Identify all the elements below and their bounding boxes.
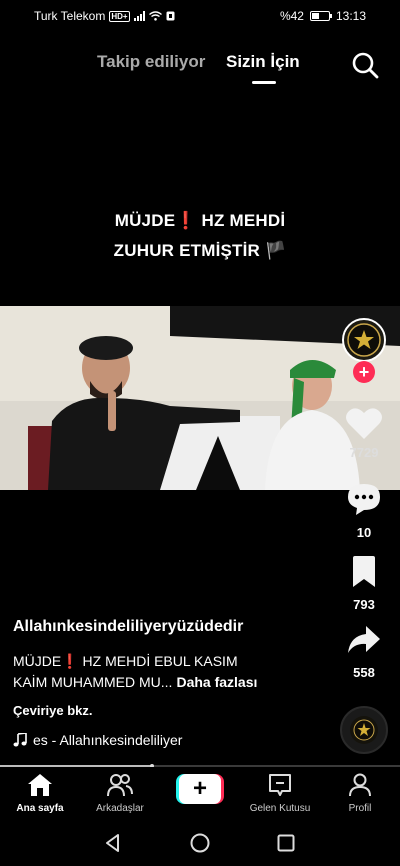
description-line1: MÜJDE❗ HZ MEHDİ EBUL KASIM [13,653,238,669]
clock: 13:13 [335,9,366,23]
profile-icon [349,773,371,797]
inbox-icon [269,774,291,796]
nav-home[interactable]: Ana sayfa [0,773,80,814]
friends-icon [107,774,133,797]
emblem-icon [353,719,375,741]
video-caption-line1: MÜJDE❗ HZ MEHDİ [114,211,286,230]
carrier-name: Turk Telekom [34,9,106,23]
description-line2: KAİM MUHAMMED MU... [13,674,173,690]
more-link[interactable]: Daha fazlası [176,674,257,690]
bottom-nav: Ana sayfa Arkadaşlar + Gelen Kutusu Prof… [0,767,400,821]
wifi-icon [148,11,162,21]
feed-tabs: Takip ediliyor Sizin İçin [0,50,400,84]
nav-friends-label: Arkadaşlar [96,803,144,814]
create-button[interactable]: + [176,774,224,804]
bookmark-icon [353,556,375,587]
like-button[interactable]: 7729 [328,406,400,460]
nav-inbox[interactable]: Gelen Kutusu [240,773,320,814]
emblem-icon [347,323,381,357]
comment-icon [348,484,380,515]
recents-icon[interactable] [275,832,297,854]
share-icon [348,626,380,653]
tab-following[interactable]: Takip ediliyor [97,52,205,72]
nav-friends[interactable]: Arkadaşlar [80,773,160,814]
like-count: 7729 [349,445,379,460]
nav-profile-label: Profil [348,803,372,814]
nav-home-label: Ana sayfa [16,803,64,814]
video-caption: MÜJDE❗ HZ MEHDİ ZUHUR ETMİŞTİR 🏴 [0,206,400,266]
save-button[interactable]: 793 [328,556,400,612]
comment-button[interactable]: 10 [328,482,400,540]
tab-for-you[interactable]: Sizin İçin [226,52,300,84]
video-caption-line2: ZUHUR ETMİŞTİR 🏴 [113,241,287,260]
nav-inbox-label: Gelen Kutusu [249,803,311,814]
battery-percent: %42 [279,9,304,23]
battery-icon [309,11,332,21]
post-description[interactable]: MÜJDE❗ HZ MEHDİ EBUL KASIM KAİM MUHAMMED… [13,651,333,693]
create-plus-icon: + [179,774,221,804]
video-frame-image [0,306,400,490]
network-badge: HD+ [109,10,130,22]
music-marquee[interactable]: es - Allahınkesindeliliyer [13,732,182,748]
avatar[interactable] [342,318,386,362]
back-icon[interactable] [102,832,124,854]
video-player[interactable] [0,306,400,490]
like-heart-icon [346,408,382,439]
status-bar: Turk Telekom HD+ %42 13:13 [0,0,400,30]
author-name[interactable]: Allahınkesindeliliyeryüzüdedir [13,618,243,636]
share-button[interactable]: 558 [328,624,400,680]
nav-profile[interactable]: Profil [320,773,400,814]
comment-count: 10 [356,525,372,540]
music-note-icon [13,733,27,747]
share-count: 558 [353,665,375,680]
follow-plus-icon[interactable]: + [353,361,375,383]
translate-link[interactable]: Çeviriye bkz. [13,703,93,718]
system-nav-bar [0,821,400,866]
creator-avatar[interactable]: + [342,318,386,383]
save-count: 793 [353,597,375,612]
nfc-icon [166,11,175,21]
music-disc[interactable] [340,706,388,754]
home-icon [28,774,52,796]
music-label: es - Allahınkesindeliliyer [33,732,183,748]
home-circle-icon[interactable] [189,832,211,854]
search-icon[interactable] [350,50,380,80]
signal-icon [133,11,145,21]
